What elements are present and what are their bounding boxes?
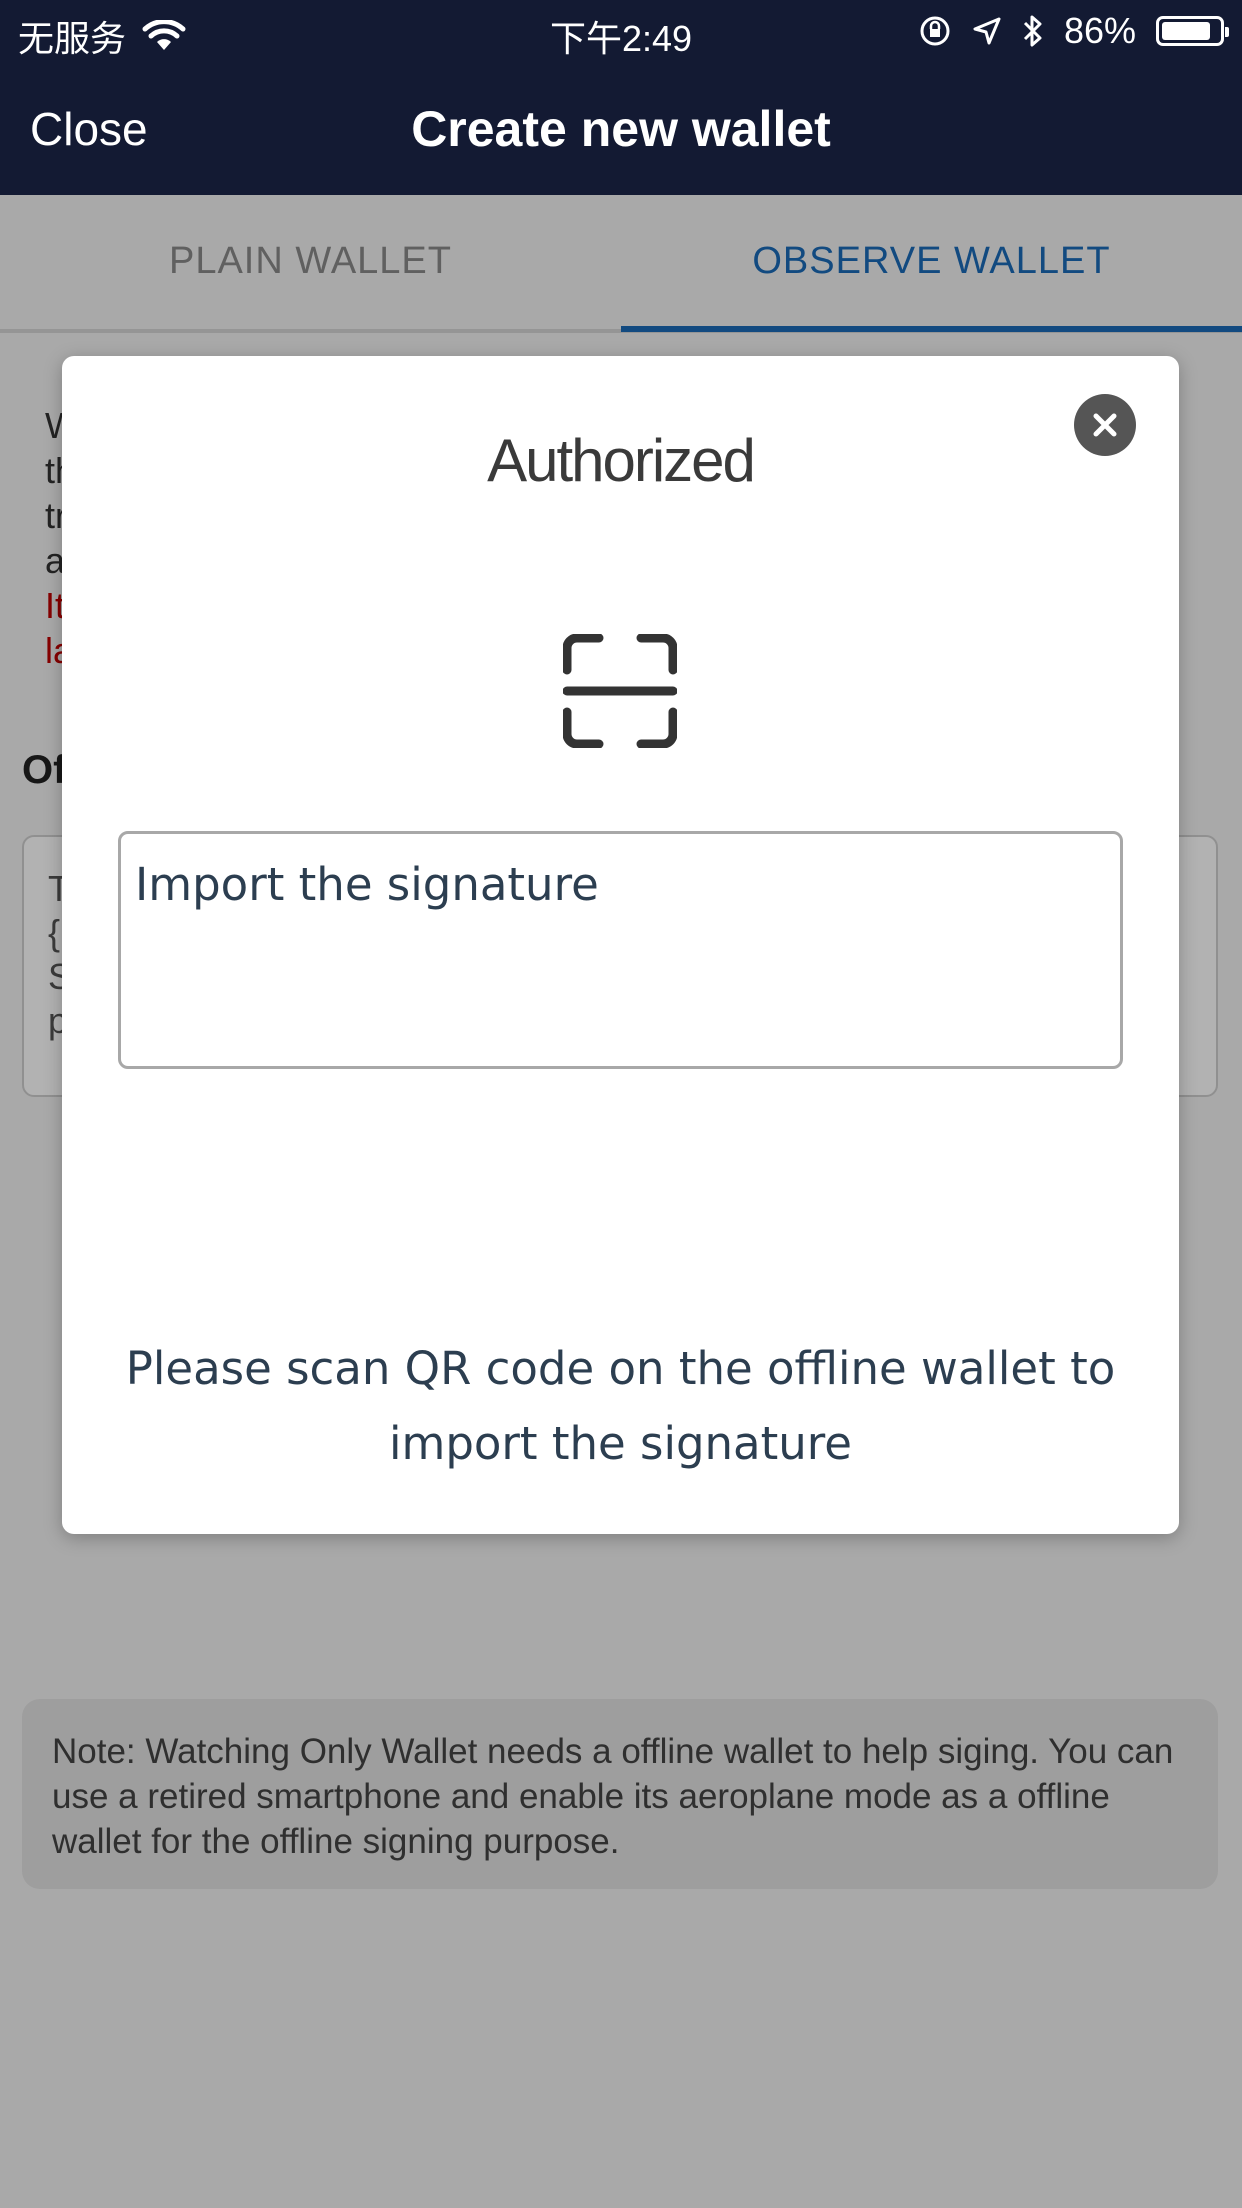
nav-bar: Close Create new wallet — [0, 62, 1242, 195]
scan-icon[interactable] — [563, 634, 677, 748]
signature-input[interactable]: Import the signature — [118, 831, 1123, 1069]
orientation-lock-icon — [920, 16, 950, 46]
location-icon — [973, 17, 1001, 45]
battery-percent: 86% — [1063, 10, 1136, 51]
authorized-dialog: Authorized Import the signature Please s… — [62, 356, 1179, 1534]
status-right: 86% — [918, 10, 1229, 52]
status-bar: 无服务 下午2:49 86% — [0, 0, 1242, 62]
dialog-title: Authorized — [487, 427, 756, 494]
battery-icon — [1156, 16, 1229, 46]
page-title: Create new wallet — [411, 101, 831, 157]
scan-instruction: Please scan QR code on the offline walle… — [125, 1342, 1116, 1470]
battery-level — [1162, 22, 1211, 40]
bluetooth-icon — [1023, 15, 1042, 47]
